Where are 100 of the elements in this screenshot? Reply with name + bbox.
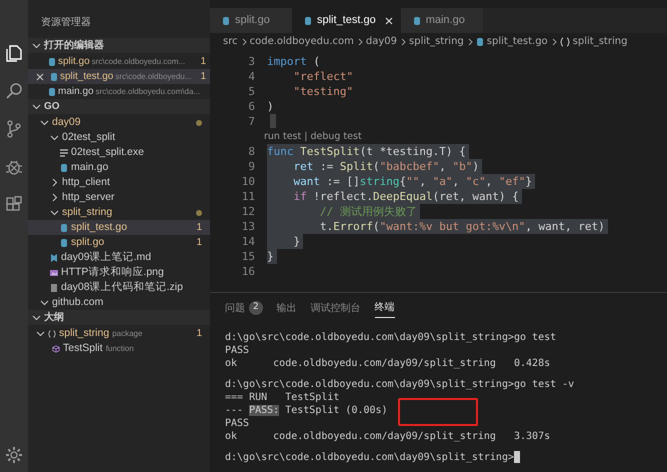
cube-icon — [52, 344, 60, 354]
line-number: 9 — [247, 159, 255, 174]
folder-item[interactable]: 02test_split — [28, 130, 210, 145]
breadcrumb-item[interactable]: split_test.go — [486, 34, 548, 49]
item-label: HTTP请求和响应.png — [61, 265, 164, 280]
item-label: day08课上代码和笔记.zip — [61, 280, 183, 295]
open-editor-item[interactable]: main.go src\code.oldboyedu.com\da... — [28, 84, 210, 99]
breadcrumb-item[interactable]: code.oldboyedu.com — [250, 34, 354, 49]
chevron-down-icon — [32, 102, 41, 111]
line-number: 5 — [247, 84, 255, 99]
open-editor-item[interactable]: split.go src\code.oldboyedu.com... 1 — [28, 54, 210, 69]
file-icon — [222, 16, 230, 26]
file-icon — [304, 16, 312, 26]
item-label: http_client — [62, 175, 110, 190]
chevron-right-icon — [466, 38, 473, 46]
outline-item[interactable]: split_string package 1 — [28, 326, 210, 341]
breadcrumb-item[interactable]: day09 — [366, 34, 398, 49]
item-label: split_string — [62, 205, 112, 220]
lines-icon — [60, 148, 68, 158]
image-icon — [50, 268, 58, 278]
problem-count: 1 — [196, 221, 202, 235]
file-path: src\code.oldboyedu.com... — [92, 56, 186, 68]
code-line: "reflect" — [292, 69, 354, 84]
item-label: day09课上笔记.md — [61, 250, 152, 265]
file-icon — [60, 162, 68, 172]
search-icon[interactable] — [5, 82, 23, 100]
line-number: 4 — [247, 69, 255, 84]
section-header[interactable]: GO — [28, 99, 210, 114]
file-item[interactable]: split_test.go 1 — [28, 220, 210, 235]
line-number: 8 — [247, 144, 255, 159]
code-line: ) — [267, 99, 275, 114]
file-name: split_test.go — [60, 70, 114, 84]
terminal-line: --- PASS: TestSplit (0.00s) — [225, 404, 389, 417]
folder-item[interactable]: github.com — [28, 295, 210, 310]
item-label: split.go — [71, 235, 104, 250]
file-icon — [412, 16, 421, 26]
panel-tab[interactable]: 问题 2 — [225, 298, 263, 318]
editor-tab[interactable]: split.go — [210, 8, 292, 33]
file-item[interactable]: day09课上笔记.md — [28, 250, 210, 265]
file-item[interactable]: 02test_split.exe — [28, 145, 210, 160]
codelens-link[interactable]: run test | debug test — [210, 129, 667, 144]
outline-item[interactable]: TestSplit function — [28, 341, 210, 356]
terminal-line: d:\go\src\code.oldboyedu.com\day09\split_string>go test — [225, 331, 558, 344]
breadcrumb-item[interactable]: split_string — [409, 34, 464, 49]
section-header[interactable]: 打开的编辑器 — [28, 38, 210, 53]
chevron-right-icon — [550, 38, 557, 46]
chevron-down-icon — [32, 313, 41, 322]
panel-tab[interactable]: 输出 — [276, 298, 297, 318]
line-number: 14 — [240, 234, 255, 249]
line-number: 12 — [240, 204, 255, 219]
chevron-right-icon — [356, 38, 363, 46]
breadcrumb-item[interactable]: src — [223, 34, 238, 49]
modified-dot — [196, 210, 202, 216]
braces-icon — [48, 328, 56, 338]
source-control-icon[interactable] — [5, 120, 23, 138]
editor-tab[interactable]: split_test.go — [292, 8, 401, 33]
bug-icon[interactable] — [5, 158, 23, 176]
chevron-right-icon — [400, 38, 406, 46]
item-label: main.go — [71, 160, 108, 175]
code-line: "testing" — [292, 84, 354, 99]
file-item[interactable]: split.go 1 — [28, 235, 210, 250]
code-line: import ( — [267, 54, 321, 69]
item-label: 02test_split.exe — [71, 145, 144, 160]
folder-item[interactable]: split_string — [28, 205, 210, 220]
terminal-line: d:\go\src\code.oldboyedu.com\day09\split_string> — [225, 451, 514, 464]
item-label: day09 — [52, 115, 81, 130]
close-icon[interactable] — [384, 16, 393, 24]
settings-icon[interactable] — [5, 446, 23, 464]
line-number: 15 — [240, 249, 255, 264]
file-icon — [50, 282, 58, 292]
file-name: split.go — [58, 55, 90, 69]
symbol-name: split_string — [59, 326, 110, 341]
file-item[interactable]: day08课上代码和笔记.zip — [28, 280, 210, 295]
terminal-line: === RUN TestSplit — [225, 391, 340, 404]
file-item[interactable]: main.go — [28, 160, 210, 175]
file-item[interactable]: HTTP请求和响应.png — [28, 265, 210, 280]
folder-item[interactable]: day09 — [28, 115, 210, 130]
terminal-line: PASS — [225, 344, 250, 357]
symbol-kind: package — [112, 328, 142, 340]
breadcrumb-item[interactable]: split_string — [572, 34, 628, 49]
close-icon[interactable] — [36, 72, 44, 80]
panel-tab[interactable]: 终端 — [374, 298, 395, 318]
section-header[interactable]: 大纲 — [28, 310, 210, 325]
modified-dot — [196, 120, 202, 126]
symbol-name: TestSplit — [63, 341, 103, 356]
terminal-line: PASS — [225, 417, 250, 430]
terminal-line: ok code.oldboyedu.com/day09/split_string 3.307s — [225, 430, 552, 443]
editor-tab[interactable]: main.go — [400, 8, 483, 33]
line-number: 10 — [240, 174, 255, 189]
chevron-right-icon — [240, 38, 247, 46]
line-number: 7 — [247, 114, 255, 129]
files-icon[interactable] — [5, 44, 23, 62]
open-editor-item[interactable]: split_test.go src\code.oldboyedu... 1 — [28, 69, 210, 84]
line-number: 13 — [240, 219, 255, 234]
panel-tab[interactable]: 调试控制台 — [310, 298, 361, 318]
file-path: src\code.oldboyedu... — [115, 71, 192, 83]
folder-item[interactable]: http_client — [28, 175, 210, 190]
problem-count: 1 — [196, 236, 202, 250]
folder-item[interactable]: http_server — [28, 190, 210, 205]
problem-count: 1 — [200, 55, 206, 69]
